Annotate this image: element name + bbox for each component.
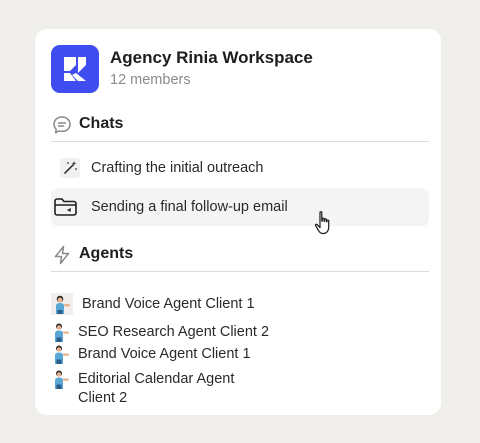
- folder-icon: [53, 197, 79, 217]
- chat-bubble-icon: [51, 114, 73, 136]
- magic-wand-icon: [59, 158, 81, 178]
- workspace-card: Agency Rinia Workspace 12 members Chats …: [35, 29, 441, 415]
- agents-title: Agents: [79, 245, 134, 262]
- agent-avatar-icon: [51, 369, 71, 389]
- workspace-logo-icon: [51, 45, 99, 93]
- chat-item-label: Crafting the initial outreach: [91, 160, 264, 176]
- workspace-name: Agency Rinia Workspace: [110, 48, 313, 67]
- agent-item-editorial-calendar-2[interactable]: Editorial Calendar Agent Client 2: [51, 369, 429, 409]
- agent-item-brand-voice-1[interactable]: Brand Voice Agent Client 1: [51, 293, 429, 315]
- chats-section-header: Chats: [51, 109, 429, 142]
- agent-item-brand-voice-1b[interactable]: Brand Voice Agent Client 1: [51, 344, 429, 364]
- chat-item-label: Sending a final follow-up email: [91, 199, 288, 215]
- agent-avatar-icon: [51, 322, 71, 342]
- agent-item-label: Brand Voice Agent Client 1: [78, 346, 251, 362]
- chats-title: Chats: [79, 115, 124, 132]
- hand-pointer-cursor-icon: [313, 210, 335, 236]
- lightning-icon: [51, 244, 73, 266]
- chat-item-final-follow-up[interactable]: Sending a final follow-up email: [51, 188, 429, 226]
- workspace-header[interactable]: Agency Rinia Workspace 12 members: [51, 45, 431, 95]
- agent-avatar-icon: [51, 293, 73, 315]
- agent-item-label: SEO Research Agent Client 2: [78, 324, 270, 340]
- agent-item-label: Editorial Calendar Agent Client 2: [78, 371, 235, 406]
- agent-avatar-icon: [51, 344, 71, 364]
- agent-item-label: Brand Voice Agent Client 1: [82, 296, 255, 312]
- agents-section-header: Agents: [51, 239, 429, 272]
- chat-item-crafting-outreach[interactable]: Crafting the initial outreach: [51, 149, 429, 187]
- workspace-members-count: 12 members: [110, 72, 191, 88]
- agent-item-seo-research-2[interactable]: SEO Research Agent Client 2: [51, 322, 429, 342]
